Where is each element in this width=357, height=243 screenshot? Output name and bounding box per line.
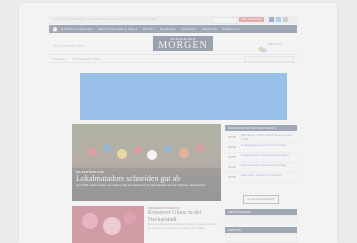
nav-item[interactable]: FREIZEIT [181, 27, 197, 31]
teaser-body: Beim traditionellen Weihnachtscircus zei… [148, 222, 218, 230]
twitter-icon[interactable] [276, 17, 281, 22]
news-list: 13:15 Mannheim: Polizei sucht Zeugen nac… [225, 133, 297, 183]
news-time: 13:10 [228, 144, 236, 149]
top-bar: FIT RUTE 6 WINDEN | DEUTSCHLAND & WELT |… [49, 16, 297, 24]
news-item[interactable]: 12:55 Ludwigshafen: Neue Buslinie starte… [225, 153, 297, 163]
nav-item[interactable]: SPEZIALS [222, 27, 239, 31]
news-item[interactable]: 12:20 Weinheim: Konzert im Schloss [225, 173, 297, 183]
news-title[interactable]: Schwetzingen: Markt am Sonntag [241, 163, 295, 168]
subnav-item[interactable]: THEMEN [53, 57, 66, 61]
rss-icon[interactable] [283, 17, 288, 22]
subnav-search-input[interactable] [244, 56, 294, 62]
all-news-button[interactable]: ALLE MELDUNGEN [243, 195, 279, 204]
news-time: 12:20 [228, 174, 236, 179]
teaser-image-graphic [72, 206, 144, 243]
date-line: 26. Dezember 2016 [53, 44, 84, 48]
news-title[interactable]: Heidelberg: Feuerwehr im Einsatz [241, 143, 295, 148]
home-icon[interactable] [52, 26, 58, 32]
facebook-icon[interactable] [269, 17, 274, 22]
hero-teaser[interactable]: SILVESTERLAUF Lokalmatadore schneiden gu… [72, 124, 221, 201]
main-nav-items: STÄDTE & REGION DEUTSCHLAND & WELT SPORT… [61, 27, 243, 31]
mostread-box[interactable] [225, 215, 297, 224]
page-stage: FIT RUTE 6 WINDEN | DEUTSCHLAND & WELT |… [0, 0, 357, 243]
logo-main-text: MORGEN [158, 40, 208, 51]
main-nav: STÄDTE & REGION DEUTSCHLAND & WELT SPORT… [49, 25, 297, 33]
hero-caption: SILVESTERLAUF Lokalmatadore schneiden gu… [76, 170, 218, 188]
news-time: 12:55 [228, 154, 236, 159]
top-links[interactable]: FIT RUTE 6 WINDEN | DEUTSCHLAND & WELT |… [53, 17, 157, 21]
weather-label: Mannheim [268, 42, 283, 46]
sub-nav: THEMEN MANNHEIM / KREIS [49, 54, 297, 63]
ad-banner[interactable] [80, 73, 287, 120]
masthead: 26. Dezember 2016 MANNHEIMER MORGEN Mann… [49, 34, 297, 53]
news-item[interactable]: 13:10 Heidelberg: Feuerwehr im Einsatz [225, 143, 297, 153]
news-title[interactable]: Mannheim: Polizei sucht Zeugen nach Unfa… [241, 133, 295, 141]
news-item[interactable]: 13:15 Mannheim: Polizei sucht Zeugen nac… [225, 133, 297, 143]
news-header: NACHRICHTEN AUS DER REGION [225, 125, 297, 131]
news-time: 12:40 [228, 164, 236, 169]
nav-item[interactable]: MEINUNG [160, 27, 176, 31]
teaser-image[interactable] [72, 206, 144, 243]
nav-item[interactable]: SPORT [143, 27, 155, 31]
nav-item[interactable]: DEUTSCHLAND & WELT [98, 27, 138, 31]
subnav-item[interactable]: MANNHEIM / KREIS [73, 57, 101, 61]
weather-widget[interactable]: Mannheim [258, 40, 292, 53]
hero-teaser-text: Gut 2000 Läufer haben am letzten Tag des… [76, 183, 206, 187]
top-search-input[interactable] [212, 17, 238, 24]
logo[interactable]: MANNHEIMER MORGEN [153, 36, 213, 51]
nav-item[interactable]: SERVICE [202, 27, 217, 31]
news-time: 13:15 [228, 134, 236, 139]
hero-image [72, 124, 221, 201]
news-item[interactable]: 12:40 Schwetzingen: Markt am Sonntag [225, 163, 297, 173]
service-box[interactable] [225, 233, 297, 243]
hero-title[interactable]: Lokalmatadore schneiden gut ab [76, 174, 218, 183]
nav-item[interactable]: STÄDTE & REGION [61, 27, 93, 31]
teaser-text: WEIHNACHTSCIRCUS Kreativer Glanz in der … [148, 206, 220, 230]
news-title[interactable]: Ludwigshafen: Neue Buslinie startet [241, 153, 295, 158]
weather-icon [258, 46, 267, 53]
abo-button[interactable]: ABO FORMATE [239, 17, 264, 22]
news-title[interactable]: Weinheim: Konzert im Schloss [241, 173, 295, 178]
